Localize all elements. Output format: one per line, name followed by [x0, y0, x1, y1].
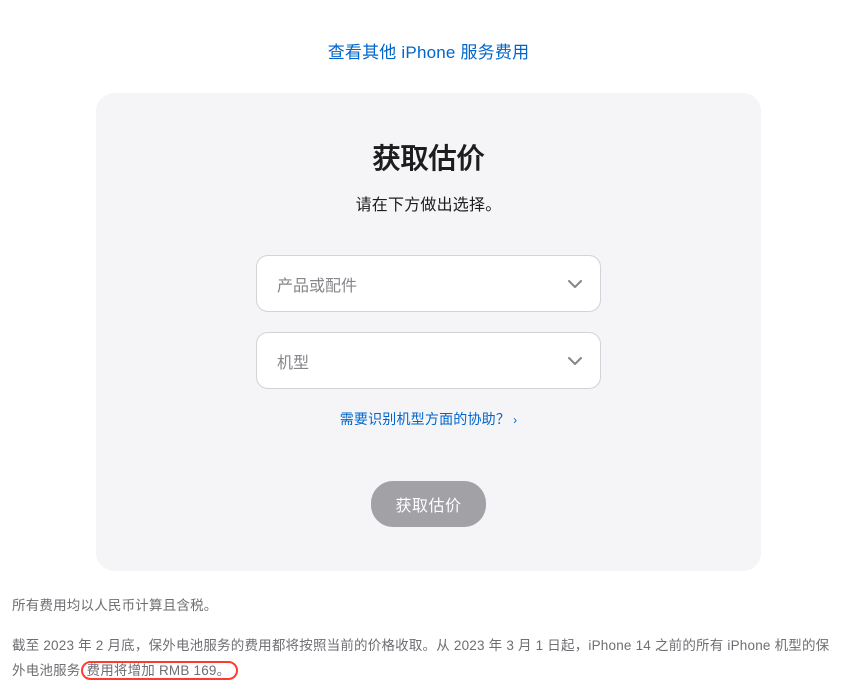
- card-subtitle: 请在下方做出选择。: [136, 191, 721, 215]
- model-select-placeholder: 机型: [277, 349, 309, 373]
- get-estimate-button[interactable]: 获取估价: [371, 481, 485, 527]
- footer-notes: 所有费用均以人民币计算且含税。 截至 2023 年 2 月底，保外电池服务的费用…: [12, 593, 842, 684]
- product-select-wrap: 产品或配件: [256, 255, 601, 312]
- price-increase-highlight: 费用将增加 RMB 169。: [81, 661, 239, 680]
- top-link-wrap: 查看其他 iPhone 服务费用: [0, 0, 857, 93]
- estimate-card: 获取估价 请在下方做出选择。 产品或配件 机型 需要识别机型方面的协助？›: [96, 93, 761, 571]
- chevron-right-icon: ›: [513, 413, 517, 427]
- help-link-label: 需要识别机型方面的协助？: [340, 411, 510, 427]
- chevron-down-icon: [568, 279, 582, 288]
- note-currency: 所有费用均以人民币计算且含税。: [12, 593, 842, 619]
- card-title: 获取估价: [136, 137, 721, 177]
- identify-model-help-link[interactable]: 需要识别机型方面的协助？›: [340, 411, 518, 427]
- model-select[interactable]: 机型: [256, 332, 601, 389]
- other-services-link[interactable]: 查看其他 iPhone 服务费用: [328, 43, 530, 62]
- page-container: 查看其他 iPhone 服务费用 获取估价 请在下方做出选择。 产品或配件 机型: [0, 0, 857, 684]
- product-select[interactable]: 产品或配件: [256, 255, 601, 312]
- product-select-placeholder: 产品或配件: [277, 272, 357, 296]
- note-price-change: 截至 2023 年 2 月底，保外电池服务的费用都将按照当前的价格收取。从 20…: [12, 633, 842, 684]
- chevron-down-icon: [568, 356, 582, 365]
- model-select-wrap: 机型: [256, 332, 601, 389]
- help-link-wrap: 需要识别机型方面的协助？›: [136, 409, 721, 429]
